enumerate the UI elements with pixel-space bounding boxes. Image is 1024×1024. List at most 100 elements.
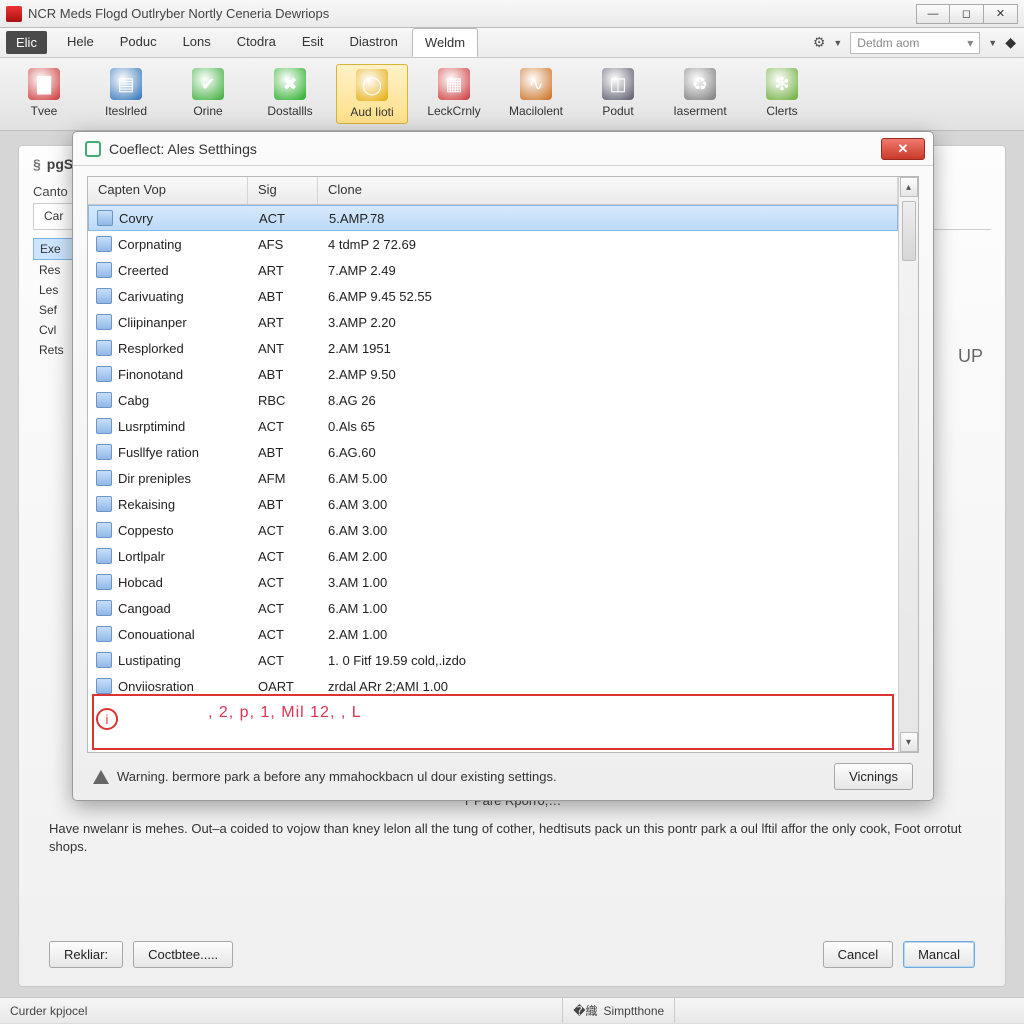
toolbar-podut[interactable]: ◫Podut bbox=[582, 64, 654, 124]
table-row[interactable]: LustipatingACT1. 0 Fitf 19.59 cold,.izdo bbox=[88, 647, 898, 673]
window-minimize-button[interactable]: — bbox=[916, 4, 950, 24]
annotation-overlay-text: , 2, p, 1, Mil 12, , L bbox=[208, 704, 362, 722]
cancel-button[interactable]: Cancel bbox=[823, 941, 893, 968]
table-row[interactable]: CangoadACT6.AM 1.00 bbox=[88, 595, 898, 621]
gear-dropdown-icon[interactable]: ▼ bbox=[833, 38, 842, 48]
row-name: Carivuating bbox=[118, 289, 184, 304]
table-row[interactable]: CoppestoACT6.AM 3.00 bbox=[88, 517, 898, 543]
table-row[interactable]: HobcadACT3.AM 1.00 bbox=[88, 569, 898, 595]
status-dot-icon: �織 bbox=[573, 1002, 597, 1019]
row-icon bbox=[96, 548, 112, 564]
row-name: Creerted bbox=[118, 263, 169, 278]
row-sig: ACT bbox=[248, 653, 318, 668]
row-icon bbox=[96, 262, 112, 278]
col-header-clone[interactable]: Clone bbox=[318, 177, 898, 204]
row-sig: ACT bbox=[248, 627, 318, 642]
secondary-dropdown-icon[interactable]: ▼ bbox=[988, 38, 997, 48]
scroll-thumb[interactable] bbox=[902, 201, 916, 261]
toolbar-dostallls[interactable]: ✖Dostallls bbox=[254, 64, 326, 124]
toolbar-iteslrled[interactable]: ▤Iteslrled bbox=[90, 64, 162, 124]
row-clone: 6.AM 3.00 bbox=[318, 523, 898, 538]
gear-icon[interactable]: ⚙ bbox=[813, 34, 826, 51]
content-area: §pgS Canto Car ExeResLesSefCvlRets UP T … bbox=[0, 131, 1024, 997]
menu-item[interactable]: Poduc bbox=[108, 28, 169, 57]
row-icon bbox=[96, 340, 112, 356]
row-sig: ABT bbox=[248, 497, 318, 512]
row-clone: 8.AG 26 bbox=[318, 393, 898, 408]
toolbar-label: Tvee bbox=[10, 104, 78, 118]
row-icon bbox=[96, 574, 112, 590]
menu-item[interactable]: Ctodra bbox=[225, 28, 288, 57]
menu-item-active[interactable]: Weldm bbox=[412, 28, 478, 57]
toolbar-label: Iaserment bbox=[666, 104, 734, 118]
rekliar-button[interactable]: Rekliar: bbox=[49, 941, 123, 968]
context-dropdown[interactable]: Detdm aom ▾ bbox=[850, 32, 980, 54]
toolbar-label: Iteslrled bbox=[92, 104, 160, 118]
table-row[interactable]: Dir preniplesAFM6.AM 5.00 bbox=[88, 465, 898, 491]
dialog-close-button[interactable]: ✕ bbox=[881, 138, 925, 160]
grid-icon: ▦ bbox=[438, 68, 470, 100]
table-row[interactable]: FinonotandABT2.AMP 9.50 bbox=[88, 361, 898, 387]
row-sig: ABT bbox=[248, 445, 318, 460]
table-row[interactable]: OnviiosrationOARTzrdal ARr 2;AMI 1.00 bbox=[88, 673, 898, 699]
chevron-down-icon: ▾ bbox=[967, 36, 973, 50]
dropdown-placeholder: Detdm aom bbox=[857, 36, 919, 50]
row-name: Onviiosration bbox=[118, 679, 194, 694]
menu-item[interactable]: Lons bbox=[171, 28, 223, 57]
row-icon bbox=[96, 496, 112, 512]
window-maximize-button[interactable]: ◻ bbox=[950, 4, 984, 24]
bookmark-icon[interactable]: ◆ bbox=[1005, 34, 1016, 51]
scroll-up-arrow-icon[interactable]: ▴ bbox=[900, 177, 918, 197]
row-sig: ART bbox=[248, 263, 318, 278]
table-row[interactable]: CliipinanperART3.AMP 2.20 bbox=[88, 309, 898, 335]
row-icon bbox=[96, 652, 112, 668]
table-row[interactable]: RekaisingABT6.AM 3.00 bbox=[88, 491, 898, 517]
toolbar-label: Podut bbox=[584, 104, 652, 118]
scroll-down-arrow-icon[interactable]: ▾ bbox=[900, 732, 918, 752]
table-row[interactable]: CorpnatingAFS4 tdmP 2 72.69 bbox=[88, 231, 898, 257]
menu-item[interactable]: Diastron bbox=[337, 28, 409, 57]
section-tab[interactable]: Car bbox=[33, 203, 74, 229]
menu-elic[interactable]: Elic bbox=[6, 31, 47, 54]
annotation-circle-icon: i bbox=[96, 708, 118, 730]
table-row[interactable]: Fusllfye rationABT6.AG.60 bbox=[88, 439, 898, 465]
table-row[interactable]: ResplorkedANT2.AM 1951 bbox=[88, 335, 898, 361]
menu-item[interactable]: Esit bbox=[290, 28, 336, 57]
table-row[interactable]: LortlpalrACT6.AM 2.00 bbox=[88, 543, 898, 569]
toolbar-label: Aud Iioti bbox=[339, 105, 405, 119]
row-name: Lortlpalr bbox=[118, 549, 165, 564]
row-sig: RBC bbox=[248, 393, 318, 408]
row-sig: ABT bbox=[248, 367, 318, 382]
vicnings-button[interactable]: Vicnings bbox=[834, 763, 913, 790]
col-header-sig[interactable]: Sig bbox=[248, 177, 318, 204]
table-row[interactable]: LusrptimindACT0.Als 65 bbox=[88, 413, 898, 439]
window-close-button[interactable]: ✕ bbox=[984, 4, 1018, 24]
table-row[interactable]: CovryACT5.AMP.78 bbox=[88, 205, 898, 231]
coctbtee-button[interactable]: Coctbtee..... bbox=[133, 941, 233, 968]
toolbar-aud iioti[interactable]: ◯Aud Iioti bbox=[336, 64, 408, 124]
mancal-button[interactable]: Mancal bbox=[903, 941, 975, 968]
toolbar-iaserment[interactable]: ♻Iaserment bbox=[664, 64, 736, 124]
toolbar-orine[interactable]: ✔Orine bbox=[172, 64, 244, 124]
row-name: Cangoad bbox=[118, 601, 171, 616]
table-row[interactable]: ConouationalACT2.AM 1.00 bbox=[88, 621, 898, 647]
toolbar-clerts[interactable]: ❇Clerts bbox=[746, 64, 818, 124]
row-clone: 4 tdmP 2 72.69 bbox=[318, 237, 898, 252]
row-name: Corpnating bbox=[118, 237, 182, 252]
table-row[interactable]: CarivuatingABT6.AMP 9.45 52.55 bbox=[88, 283, 898, 309]
row-clone: 0.Als 65 bbox=[318, 419, 898, 434]
toolbar-leckcrnly[interactable]: ▦LeckCrnly bbox=[418, 64, 490, 124]
toolbar-label: Dostallls bbox=[256, 104, 324, 118]
row-clone: 6.AG.60 bbox=[318, 445, 898, 460]
toolbar-tvee[interactable]: ▇Tvee bbox=[8, 64, 80, 124]
toolbar-macilolent[interactable]: ∿Macilolent bbox=[500, 64, 572, 124]
row-icon bbox=[96, 418, 112, 434]
col-header-name[interactable]: Capten Vop bbox=[88, 177, 248, 204]
vertical-scrollbar[interactable]: ▴ ▾ bbox=[898, 177, 918, 752]
menu-item[interactable]: Hele bbox=[55, 28, 106, 57]
table-row[interactable]: CreertedART7.AMP 2.49 bbox=[88, 257, 898, 283]
row-sig: ANT bbox=[248, 341, 318, 356]
leaf-icon: ❇ bbox=[766, 68, 798, 100]
check-icon: ✔ bbox=[192, 68, 224, 100]
table-row[interactable]: CabgRBC8.AG 26 bbox=[88, 387, 898, 413]
